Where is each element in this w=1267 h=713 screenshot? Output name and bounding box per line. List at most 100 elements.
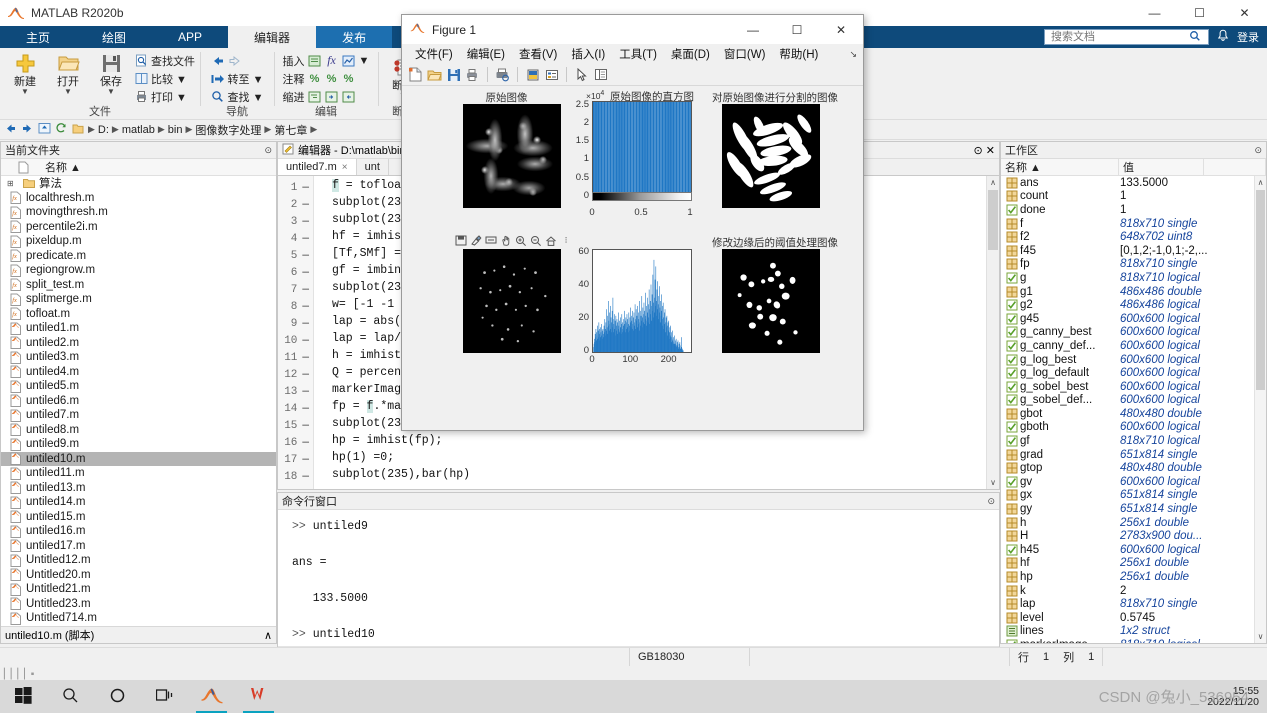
file-list-item[interactable]: untiled6.m: [1, 394, 276, 409]
workspace-variable-row[interactable]: lap 818x710 single: [1004, 597, 1266, 611]
editor-options-icon[interactable]: ⊙ ✕: [974, 144, 996, 157]
panel-options-icon[interactable]: ⊙: [264, 145, 272, 156]
workspace-scrollbar[interactable]: ∧ ∨: [1254, 176, 1266, 643]
more-options-icon[interactable]: ⁝: [559, 234, 573, 247]
current-folder-list[interactable]: ⊞ 算法 fx localthresh.m fx movingthresh.m fx perc…: [1, 176, 276, 626]
workspace-extra-column[interactable]: [1204, 159, 1266, 175]
chevron-down-icon[interactable]: ▼: [359, 55, 370, 67]
tab-publish[interactable]: 发布: [316, 26, 393, 48]
forward-arrow-icon[interactable]: [21, 123, 34, 137]
subplot-image-final[interactable]: [722, 249, 820, 353]
file-list-item[interactable]: Untitled23.m: [1, 597, 276, 612]
command-window-output[interactable]: >> untiled9 ans = 133.5000 >> untiled10: [278, 510, 999, 646]
workspace-variable-row[interactable]: gboth 600x600 logical: [1004, 421, 1266, 435]
comment-button[interactable]: 注释 % % %: [283, 70, 370, 87]
file-list-item[interactable]: fx localthresh.m: [1, 191, 276, 206]
editor-code-line[interactable]: subplot(235),bar(hp): [332, 468, 986, 485]
insert-section-icon[interactable]: [308, 54, 322, 68]
insert-chart-icon[interactable]: [342, 54, 356, 68]
tab-home[interactable]: 主页: [0, 26, 76, 48]
workspace-value-column[interactable]: 值: [1119, 159, 1204, 175]
print-preview-icon[interactable]: [494, 66, 511, 83]
breadcrumb-item-4[interactable]: 第七章: [274, 122, 307, 138]
workspace-variable-row[interactable]: g_canny_best 600x600 logical: [1004, 326, 1266, 340]
close-button[interactable]: ✕: [1222, 0, 1267, 26]
breadcrumb-item-1[interactable]: matlab: [122, 124, 155, 136]
search-icon[interactable]: [1189, 30, 1201, 45]
workspace-variable-row[interactable]: grad 651x814 single: [1004, 448, 1266, 462]
taskbar-wps-button[interactable]: [235, 680, 282, 713]
save-button[interactable]: 保存 ▼: [91, 50, 131, 105]
back-arrow-icon[interactable]: [4, 123, 17, 137]
chevron-down-icon[interactable]: ▼: [21, 88, 29, 96]
goto-button[interactable]: 转至 ▼: [211, 70, 263, 87]
file-list-item[interactable]: Untitled714.m: [1, 611, 276, 626]
workspace-variable-row[interactable]: g_sobel_def... 600x600 logical: [1004, 394, 1266, 408]
file-list-item[interactable]: untiled1.m: [1, 321, 276, 336]
pointer-icon[interactable]: [573, 66, 590, 83]
file-list-item[interactable]: fx pixeldup.m: [1, 234, 276, 249]
workspace-variable-row[interactable]: h45 600x600 logical: [1004, 543, 1266, 557]
details-toggle-icon[interactable]: ∧: [264, 629, 272, 642]
file-list-item[interactable]: ⊞ 算法: [1, 176, 276, 191]
workspace-list[interactable]: ans 133.5000 count 1 done 1 f 818x710 single f2 6…: [1001, 176, 1266, 643]
subplot-image-segmented[interactable]: [722, 104, 820, 208]
figure-menu-item-6[interactable]: 窗口(W): [717, 46, 773, 62]
workspace-variable-row[interactable]: f 818x710 single: [1004, 217, 1266, 231]
editor-code-line[interactable]: hp = imhist(fp);: [332, 434, 986, 451]
panel-options-icon[interactable]: ⊙: [1254, 145, 1262, 156]
file-list-item[interactable]: untiled3.m: [1, 350, 276, 365]
file-list-item[interactable]: untiled9.m: [1, 437, 276, 452]
file-list-item[interactable]: fx percentile2i.m: [1, 220, 276, 235]
back-forward-buttons[interactable]: [211, 52, 264, 69]
workspace-variable-row[interactable]: g2 486x486 logical: [1004, 298, 1266, 312]
workspace-variable-row[interactable]: h 256x1 double: [1004, 516, 1266, 530]
open-icon[interactable]: [426, 66, 443, 83]
wrap-comment-icon[interactable]: %: [342, 72, 356, 86]
workspace-name-column[interactable]: 名称 ▲: [1001, 159, 1119, 175]
file-list-item[interactable]: fx splitmerge.m: [1, 292, 276, 307]
workspace-variable-row[interactable]: g1 486x486 double: [1004, 285, 1266, 299]
maximize-button[interactable]: ☐: [1177, 0, 1222, 26]
editor-code-line[interactable]: hp(1) =0;: [332, 451, 986, 468]
file-list-item[interactable]: untiled16.m: [1, 524, 276, 539]
file-list-item[interactable]: untiled7.m: [1, 408, 276, 423]
workspace-variable-row[interactable]: ans 133.5000: [1004, 176, 1266, 190]
scroll-down-arrow-icon[interactable]: ∨: [987, 476, 999, 489]
tab-plots[interactable]: 绘图: [76, 26, 152, 48]
workspace-variable-row[interactable]: fp 818x710 single: [1004, 258, 1266, 272]
file-list-item-selected[interactable]: untiled10.m: [1, 451, 276, 466]
workspace-variable-row[interactable]: g 818x710 logical: [1004, 271, 1266, 285]
forward-arrow-icon[interactable]: [228, 54, 242, 68]
chevron-down-icon[interactable]: ▼: [64, 88, 72, 96]
start-button[interactable]: [0, 680, 47, 713]
compare-button[interactable]: 比较 ▼: [134, 70, 195, 87]
workspace-variable-row[interactable]: hp 256x1 double: [1004, 570, 1266, 584]
file-list-item[interactable]: Untitled12.m: [1, 553, 276, 568]
scroll-up-arrow-icon[interactable]: ∧: [1255, 176, 1266, 189]
file-list-item[interactable]: Untitled20.m: [1, 568, 276, 583]
figure-menu-item-3[interactable]: 插入(I): [564, 46, 612, 62]
figure-menu-item-1[interactable]: 编辑(E): [460, 46, 512, 62]
file-list-item[interactable]: untiled15.m: [1, 510, 276, 525]
signin-link[interactable]: 登录: [1237, 29, 1259, 45]
back-arrow-icon[interactable]: [211, 54, 225, 68]
expand-icon[interactable]: ⊞: [7, 179, 14, 188]
scroll-up-arrow-icon[interactable]: ∧: [987, 176, 999, 189]
editor-scroll-thumb[interactable]: [988, 190, 998, 250]
file-list-item[interactable]: untiled17.m: [1, 539, 276, 554]
file-list-item[interactable]: fx tofloat.m: [1, 307, 276, 322]
doc-search-box[interactable]: [1044, 29, 1209, 45]
task-view-button[interactable]: [141, 680, 188, 713]
save-axes-icon[interactable]: [454, 234, 468, 247]
cortana-button[interactable]: [94, 680, 141, 713]
bell-icon[interactable]: [1217, 29, 1229, 45]
workspace-variable-row[interactable]: f2 648x702 uint8: [1004, 230, 1266, 244]
doc-search-input[interactable]: [1049, 30, 1189, 44]
smart-indent-icon[interactable]: [308, 90, 322, 104]
close-icon[interactable]: ×: [342, 162, 348, 173]
restore-view-icon[interactable]: [544, 234, 558, 247]
menu-overflow-icon[interactable]: ↘: [849, 49, 857, 60]
workspace-variable-row[interactable]: H 2783x900 dou...: [1004, 529, 1266, 543]
workspace-variable-row[interactable]: g_canny_def... 600x600 logical: [1004, 339, 1266, 353]
